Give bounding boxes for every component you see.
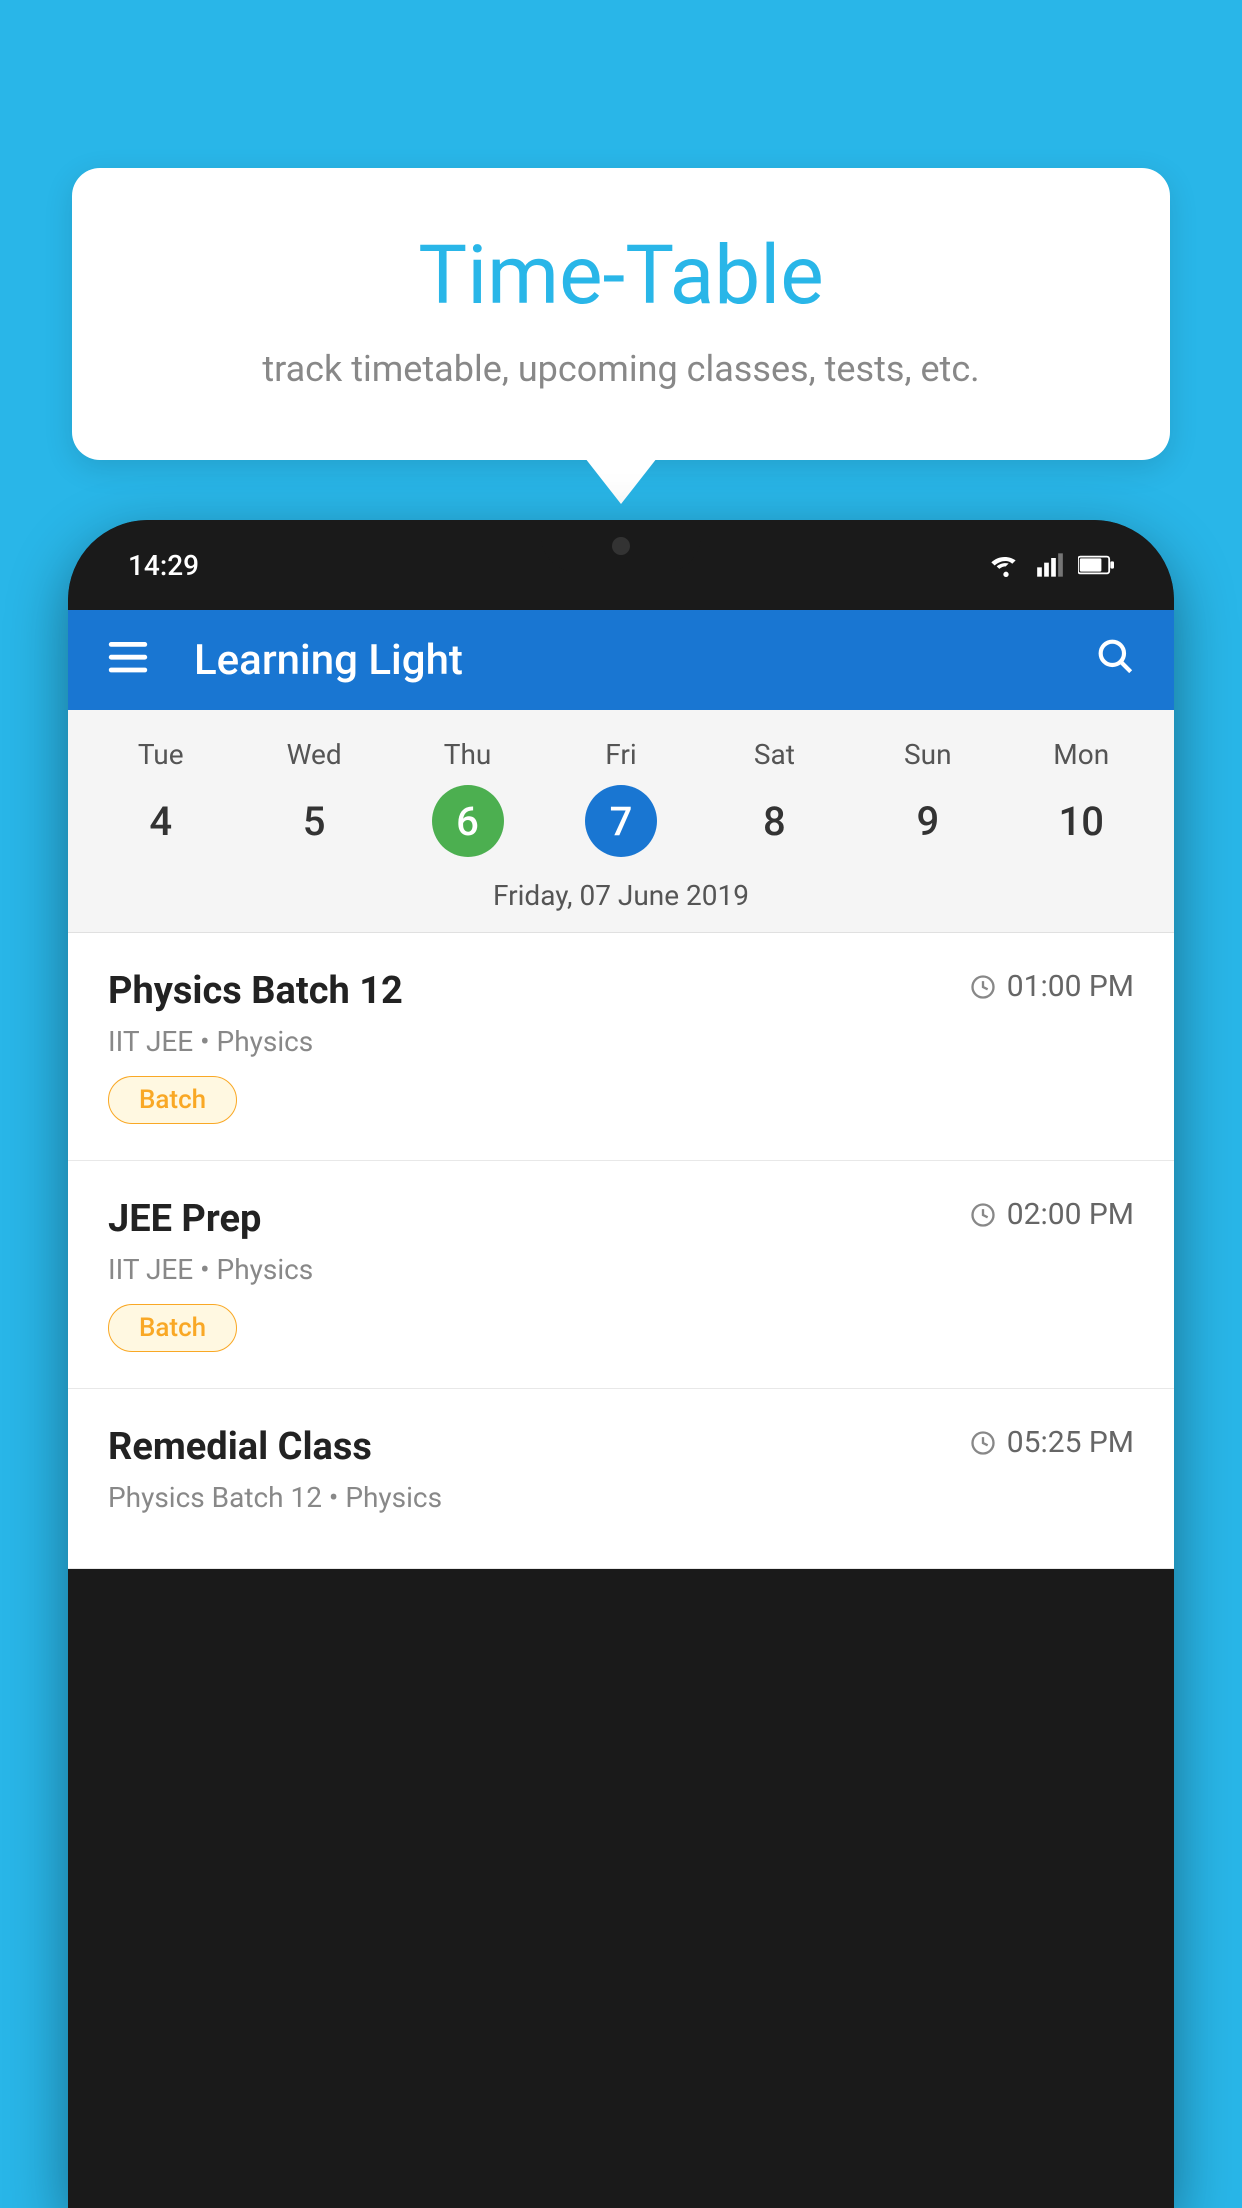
day-col[interactable]: Thu 6	[391, 738, 544, 857]
day-name: Thu	[444, 738, 492, 771]
day-number[interactable]: 7	[585, 785, 657, 857]
class-title: JEE Prep	[108, 1197, 261, 1241]
day-number[interactable]: 10	[1045, 785, 1117, 857]
class-time: 01:00 PM	[969, 969, 1134, 1004]
class-subtitle: Physics Batch 12 • Physics	[108, 1481, 1134, 1514]
phone-time: 14:29	[128, 549, 199, 582]
schedule-list: Physics Batch 12 01:00 PM IIT JEE • Physic…	[68, 933, 1174, 1569]
day-name: Fri	[605, 738, 636, 771]
phone-frame: 14:29	[68, 520, 1174, 2208]
day-number[interactable]: 9	[892, 785, 964, 857]
days-row: Tue 4 Wed 5 Thu 6 Fri 7 Sat 8 Sun 9 Mon 10	[68, 738, 1174, 857]
clock-icon	[969, 1429, 997, 1457]
class-time: 05:25 PM	[969, 1425, 1134, 1460]
bubble-title: Time-Table	[132, 228, 1110, 324]
day-col[interactable]: Fri 7	[544, 738, 697, 857]
clock-icon	[969, 1201, 997, 1229]
camera-dot	[612, 537, 630, 555]
bubble-subtitle: track timetable, upcoming classes, tests…	[132, 348, 1110, 390]
wifi-icon	[990, 553, 1022, 577]
day-col[interactable]: Tue 4	[84, 738, 237, 857]
day-name: Mon	[1053, 738, 1109, 771]
class-subtitle: IIT JEE • Physics	[108, 1253, 1134, 1286]
day-number[interactable]: 8	[738, 785, 810, 857]
speech-bubble: Time-Table track timetable, upcoming cla…	[72, 168, 1170, 460]
day-col[interactable]: Sun 9	[851, 738, 1004, 857]
status-icons	[990, 551, 1114, 579]
day-col[interactable]: Sat 8	[698, 738, 851, 857]
class-title: Physics Batch 12	[108, 969, 403, 1013]
class-subtitle: IIT JEE • Physics	[108, 1025, 1134, 1058]
search-button[interactable]	[1094, 635, 1134, 686]
batch-badge: Batch	[108, 1304, 237, 1352]
selected-date-label: Friday, 07 June 2019	[68, 857, 1174, 933]
day-name: Sat	[754, 738, 795, 771]
day-number[interactable]: 5	[278, 785, 350, 857]
day-name: Wed	[287, 738, 342, 771]
class-title: Remedial Class	[108, 1425, 372, 1469]
signal-icon	[1036, 551, 1064, 579]
day-name: Sun	[904, 738, 952, 771]
day-name: Tue	[138, 738, 184, 771]
battery-icon	[1078, 553, 1114, 577]
phone-notch	[541, 520, 701, 572]
class-time: 02:00 PM	[969, 1197, 1134, 1232]
calendar-strip: Tue 4 Wed 5 Thu 6 Fri 7 Sat 8 Sun 9 Mon 10 Friday, 07…	[68, 710, 1174, 933]
status-bar: 14:29	[68, 520, 1174, 610]
schedule-item[interactable]: Remedial Class 05:25 PM Physics Batch 12 •…	[68, 1389, 1174, 1569]
day-number[interactable]: 4	[125, 785, 197, 857]
app-bar-title: Learning Light	[178, 636, 1064, 685]
day-number[interactable]: 6	[432, 785, 504, 857]
batch-badge: Batch	[108, 1076, 237, 1124]
day-col[interactable]: Mon 10	[1005, 738, 1158, 857]
hamburger-menu-icon[interactable]	[108, 637, 148, 684]
day-col[interactable]: Wed 5	[237, 738, 390, 857]
clock-icon	[969, 973, 997, 1001]
app-bar: Learning Light	[68, 610, 1174, 710]
schedule-item[interactable]: Physics Batch 12 01:00 PM IIT JEE • Physic…	[68, 933, 1174, 1161]
schedule-item[interactable]: JEE Prep 02:00 PM IIT JEE • Physics Batch	[68, 1161, 1174, 1389]
